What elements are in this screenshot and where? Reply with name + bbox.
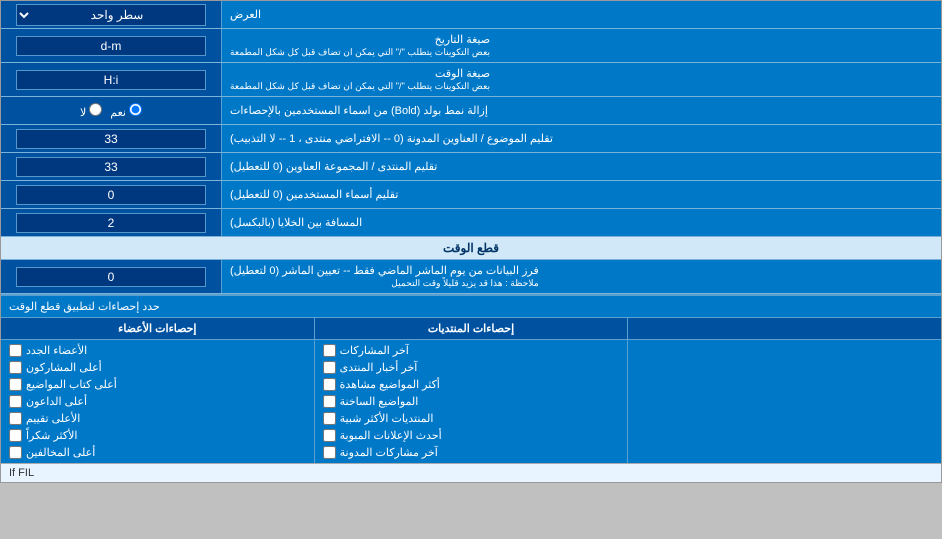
space-input-cell bbox=[1, 209, 221, 236]
list-item: أعلى الداعون bbox=[1, 393, 314, 410]
topics-input[interactable] bbox=[16, 129, 206, 149]
cutoff-label: فرز البيانات من يوم الماشر الماضي فقط --… bbox=[221, 260, 941, 293]
checkbox-member-3[interactable] bbox=[9, 378, 22, 391]
topics-row: تقليم الموضوع / العناوين المدونة (0 -- ا… bbox=[1, 125, 941, 153]
col2-header: إحصاءات المنتديات bbox=[314, 318, 628, 339]
checkboxes-col3 bbox=[627, 340, 941, 463]
bold-label: إزالة نمط بولد (Bold) من اسماء المستخدمي… bbox=[221, 97, 941, 124]
forum-label: تقليم المنتدى / المجموعة العناوين (0 للت… bbox=[221, 153, 941, 180]
list-item: آخر مشاركات المدونة bbox=[315, 444, 628, 461]
checkbox-member-2[interactable] bbox=[9, 361, 22, 374]
list-item: أحدث الإعلانات المبوبة bbox=[315, 427, 628, 444]
limit-row: حدد إحصاءات لتطبيق قطع الوقت bbox=[1, 296, 941, 318]
time-format-input[interactable] bbox=[16, 70, 206, 90]
date-format-label: صيغة التاريخبعض التكوينات يتطلب "/" التي… bbox=[221, 29, 941, 62]
checkbox-member-4[interactable] bbox=[9, 395, 22, 408]
bold-no-label: لا bbox=[80, 103, 102, 119]
space-label: المسافة بين الخلايا (بالبكسل) bbox=[221, 209, 941, 236]
checkboxes-header-row: إحصاءات المنتديات إحصاءات الأعضاء bbox=[1, 318, 941, 340]
usernames-label: تقليم أسماء المستخدمين (0 للتعطيل) bbox=[221, 181, 941, 208]
time-format-row: صيغة الوقتبعض التكوينات يتطلب "/" التي ي… bbox=[1, 63, 941, 97]
title-row: العرض سطر واحد متعدد الأسطر bbox=[1, 1, 941, 29]
list-item: الأكثر شكراً bbox=[1, 427, 314, 444]
cutoff-row: فرز البيانات من يوم الماشر الماضي فقط --… bbox=[1, 260, 941, 294]
list-item: آخر أخبار المنتدى bbox=[315, 359, 628, 376]
list-item: أعلى كتاب المواضيع bbox=[1, 376, 314, 393]
space-row: المسافة بين الخلايا (بالبكسل) bbox=[1, 209, 941, 237]
checkbox-member-6[interactable] bbox=[9, 429, 22, 442]
checkbox-member-7[interactable] bbox=[9, 446, 22, 459]
list-item: الأعضاء الجدد bbox=[1, 342, 314, 359]
checkboxes-body-row: آخر المشاركات آخر أخبار المنتدى أكثر الم… bbox=[1, 340, 941, 463]
list-item: أعلى المشاركون bbox=[1, 359, 314, 376]
list-item: المنتديات الأكثر شبية bbox=[315, 410, 628, 427]
title-label: العرض bbox=[221, 1, 941, 28]
list-item: الأعلى تقييم bbox=[1, 410, 314, 427]
usernames-row: تقليم أسماء المستخدمين (0 للتعطيل) bbox=[1, 181, 941, 209]
forum-input[interactable] bbox=[16, 157, 206, 177]
cutoff-input[interactable] bbox=[16, 267, 206, 287]
list-item: المواضيع الساخنة bbox=[315, 393, 628, 410]
bold-row: إزالة نمط بولد (Bold) من اسماء المستخدمي… bbox=[1, 97, 941, 125]
topics-label: تقليم الموضوع / العناوين المدونة (0 -- ا… bbox=[221, 125, 941, 152]
date-format-row: صيغة التاريخبعض التكوينات يتطلب "/" التي… bbox=[1, 29, 941, 63]
forum-row: تقليم المنتدى / المجموعة العناوين (0 للت… bbox=[1, 153, 941, 181]
bold-yes-label: نعم bbox=[110, 103, 142, 119]
date-format-input[interactable] bbox=[16, 36, 206, 56]
section-header: قطع الوقت bbox=[1, 237, 941, 260]
mode-select[interactable]: سطر واحد متعدد الأسطر bbox=[16, 4, 206, 26]
checkbox-forum-4[interactable] bbox=[323, 395, 336, 408]
checkbox-forum-2[interactable] bbox=[323, 361, 336, 374]
topics-input-cell bbox=[1, 125, 221, 152]
time-format-input-cell bbox=[1, 63, 221, 96]
usernames-input-cell bbox=[1, 181, 221, 208]
checkbox-member-5[interactable] bbox=[9, 412, 22, 425]
date-format-input-cell bbox=[1, 29, 221, 62]
checkbox-member-1[interactable] bbox=[9, 344, 22, 357]
time-format-label: صيغة الوقتبعض التكوينات يتطلب "/" التي ي… bbox=[221, 63, 941, 96]
bold-no-radio[interactable] bbox=[89, 103, 102, 116]
checkbox-forum-6[interactable] bbox=[323, 429, 336, 442]
checkboxes-section: حدد إحصاءات لتطبيق قطع الوقت إحصاءات الم… bbox=[1, 294, 941, 463]
forum-input-cell bbox=[1, 153, 221, 180]
bottom-note: If FIL bbox=[1, 463, 941, 482]
space-input[interactable] bbox=[16, 213, 206, 233]
checkbox-forum-3[interactable] bbox=[323, 378, 336, 391]
list-item: آخر المشاركات bbox=[315, 342, 628, 359]
bold-input-cell: نعم لا bbox=[1, 97, 221, 124]
cutoff-input-cell bbox=[1, 260, 221, 293]
mode-cell: سطر واحد متعدد الأسطر bbox=[1, 1, 221, 28]
list-item: أكثر المواضيع مشاهدة bbox=[315, 376, 628, 393]
col1-header: إحصاءات الأعضاء bbox=[1, 318, 314, 339]
bold-radio-group: نعم لا bbox=[70, 103, 152, 119]
checkbox-forum-7[interactable] bbox=[323, 446, 336, 459]
checkboxes-col2: آخر المشاركات آخر أخبار المنتدى أكثر الم… bbox=[314, 340, 628, 463]
col3-header bbox=[627, 318, 941, 339]
usernames-input[interactable] bbox=[16, 185, 206, 205]
checkboxes-col1: الأعضاء الجدد أعلى المشاركون أعلى كتاب ا… bbox=[1, 340, 314, 463]
list-item: أعلى المخالفين bbox=[1, 444, 314, 461]
bold-yes-radio[interactable] bbox=[129, 103, 142, 116]
checkbox-forum-1[interactable] bbox=[323, 344, 336, 357]
main-container: العرض سطر واحد متعدد الأسطر صيغة التاريخ… bbox=[0, 0, 942, 483]
checkbox-forum-5[interactable] bbox=[323, 412, 336, 425]
